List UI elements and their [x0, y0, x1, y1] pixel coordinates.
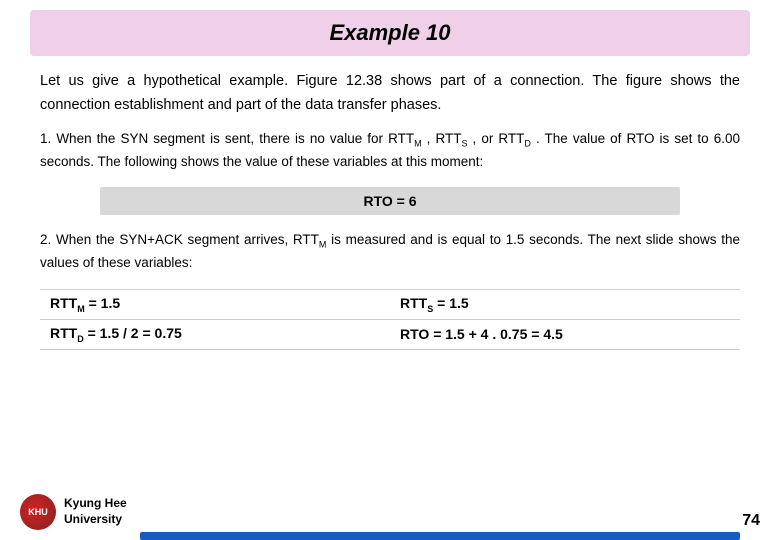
footer-blue-bar — [140, 532, 740, 540]
footer-logo: KHU Kyung Hee University — [20, 494, 127, 530]
step2-text1: 2. When the SYN+ACK segment arrives, RTT — [40, 232, 319, 247]
step1-text1: 1. When the SYN segment is sent, there i… — [40, 131, 414, 146]
rto-highlight-box: RTO = 6 — [100, 187, 680, 215]
title-bar: Example 10 — [30, 10, 750, 56]
var-left-1: RTTM = 1.5 — [40, 290, 390, 320]
university-logo: KHU — [20, 494, 56, 530]
var-right-1: RTTS = 1.5 — [390, 290, 740, 320]
slide-container: Example 10 Let us give a hypothetical ex… — [0, 0, 780, 540]
step1-sub-m: M — [414, 131, 422, 146]
var-left-2: RTTD = 1.5 / 2 = 0.75 — [40, 319, 390, 349]
slide-title: Example 10 — [329, 20, 450, 45]
table-row: RTTD = 1.5 / 2 = 0.75 RTO = 1.5 + 4 . 0.… — [40, 319, 740, 349]
page-number: 74 — [742, 512, 760, 530]
intro-paragraph: Let us give a hypothetical example. Figu… — [40, 70, 740, 118]
table-row: RTTM = 1.5 RTTS = 1.5 — [40, 290, 740, 320]
content-area: Let us give a hypothetical example. Figu… — [0, 56, 780, 540]
school-name: Kyung Hee University — [64, 496, 127, 527]
step1-text3: , or RTT — [467, 131, 524, 146]
var-right-2: RTO = 1.5 + 4 . 0.75 = 4.5 — [390, 319, 740, 349]
variables-table: RTTM = 1.5 RTTS = 1.5 RTTD = 1.5 / 2 = 0… — [40, 289, 740, 350]
step2-paragraph: 2. When the SYN+ACK segment arrives, RTT… — [40, 229, 740, 274]
step1-paragraph: 1. When the SYN segment is sent, there i… — [40, 128, 740, 173]
step1-text2: , RTT — [422, 131, 462, 146]
footer: KHU Kyung Hee University 74 — [0, 488, 780, 540]
